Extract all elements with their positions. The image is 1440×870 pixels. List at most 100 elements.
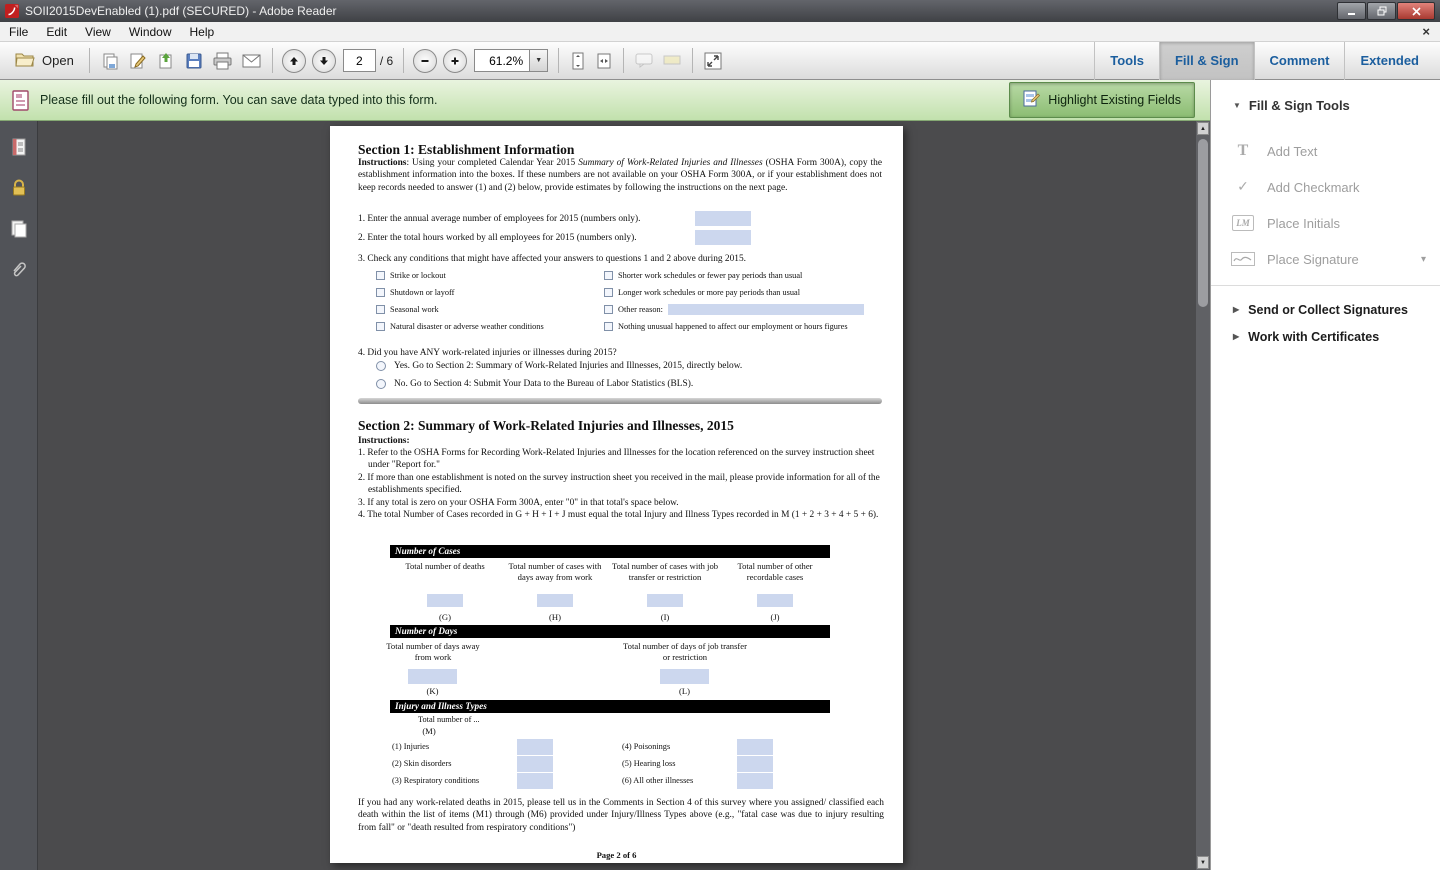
seasonal-checkbox[interactable] (376, 305, 385, 314)
employees-count-field[interactable] (695, 211, 751, 226)
condition-row: Longer work schedules or more pay period… (604, 284, 884, 301)
tab-extended[interactable]: Extended (1344, 42, 1434, 80)
sticky-note-button[interactable] (630, 47, 658, 75)
yes-radio[interactable] (376, 361, 386, 371)
menu-file[interactable]: File (0, 22, 37, 41)
place-initials-tool[interactable]: LM Place Initials (1211, 205, 1440, 241)
other-illnesses-field-m6[interactable] (737, 773, 773, 789)
hearing-loss-field-m5[interactable] (737, 756, 773, 772)
menu-edit[interactable]: Edit (37, 22, 76, 41)
pages-icon[interactable] (9, 219, 29, 239)
save-as-button[interactable] (96, 47, 124, 75)
scrollbar-thumb[interactable] (1198, 139, 1208, 307)
other-cases-field-j[interactable] (757, 594, 793, 607)
natural-disaster-checkbox[interactable] (376, 322, 385, 331)
number-of-cases-header: Number of Cases (390, 545, 830, 558)
fullscreen-button[interactable] (699, 47, 727, 75)
open-button[interactable]: Open (6, 47, 83, 75)
next-page-button[interactable] (312, 49, 336, 73)
add-text-tool[interactable]: T Add Text (1211, 133, 1440, 169)
minimize-button[interactable] (1337, 2, 1366, 20)
menu-view[interactable]: View (76, 22, 120, 41)
hide-menubar-icon[interactable]: × (1422, 25, 1430, 38)
zoom-level-value[interactable]: 61.2% (475, 50, 529, 71)
respiratory-field-m3[interactable] (517, 773, 553, 789)
condition-label: Other reason: (618, 305, 663, 314)
close-button[interactable] (1397, 2, 1435, 20)
page-number-input[interactable] (343, 49, 376, 72)
toolbar-separator (403, 48, 404, 73)
days-away-field-k[interactable] (408, 669, 457, 684)
tool-label: Place Initials (1267, 216, 1340, 231)
sign-document-button[interactable] (124, 47, 152, 75)
vertical-scrollbar[interactable]: ▲ ▼ (1196, 121, 1210, 870)
share-upload-button[interactable] (152, 47, 180, 75)
deaths-field-g[interactable] (427, 594, 463, 607)
scroll-up-icon[interactable]: ▲ (1197, 122, 1209, 135)
longer-schedules-checkbox[interactable] (604, 288, 613, 297)
skin-disorders-field-m2[interactable] (517, 756, 553, 772)
section1-instructions: Instructions: Using your completed Calen… (358, 157, 882, 194)
attachments-paperclip-icon[interactable] (9, 260, 29, 280)
menu-help[interactable]: Help (181, 22, 224, 41)
q4-options: Yes. Go to Section 2: Summary of Work-Re… (376, 357, 742, 393)
email-button[interactable] (237, 47, 266, 75)
transfer-cases-field-i[interactable] (647, 594, 683, 607)
zoom-in-button[interactable] (443, 49, 467, 73)
condition-row: Seasonal work (376, 301, 596, 318)
instructions-italic-text: Summary of Work-Related Injuries and Ill… (578, 158, 762, 168)
open-label: Open (42, 53, 74, 68)
previous-page-button[interactable] (282, 49, 306, 73)
type-label: (2) Skin disorders (392, 759, 451, 768)
no-radio[interactable] (376, 379, 386, 389)
injuries-field-m1[interactable] (517, 739, 553, 755)
days-transfer-field-l[interactable] (660, 669, 709, 684)
expand-triangle-icon: ▶ (1233, 306, 1239, 314)
collapse-triangle-icon: ▼ (1233, 102, 1241, 110)
instruction-item: 1. Refer to the OSHA Forms for Recording… (358, 447, 884, 472)
highlight-text-button[interactable] (658, 47, 686, 75)
days-section: Total number of days away from work Tota… (390, 638, 830, 700)
poisonings-field-m4[interactable] (737, 739, 773, 755)
fill-sign-tools-header[interactable]: ▼ Fill & Sign Tools (1211, 80, 1440, 125)
page-thumbnails-icon[interactable] (9, 137, 29, 157)
save-button[interactable] (180, 47, 208, 75)
instruction-item: 4. The total Number of Cases recorded in… (358, 509, 884, 521)
days-away-cases-field-h[interactable] (537, 594, 573, 607)
security-lock-icon[interactable] (9, 178, 29, 198)
other-reason-field[interactable] (668, 304, 864, 315)
work-with-certificates-section[interactable]: ▶ Work with Certificates (1211, 323, 1440, 350)
panel-divider (1211, 285, 1440, 286)
other-reason-checkbox[interactable] (604, 305, 613, 314)
total-hours-field[interactable] (695, 230, 751, 245)
fit-page-button[interactable] (591, 47, 617, 75)
scroll-down-icon[interactable]: ▼ (1197, 856, 1209, 869)
question-1-label: 1. Enter the annual average number of em… (358, 213, 640, 225)
document-viewport[interactable]: Section 1: Establishment Information Ins… (38, 121, 1210, 870)
add-checkmark-tool[interactable]: ✓ Add Checkmark (1211, 169, 1440, 205)
print-button[interactable] (208, 47, 237, 75)
highlight-existing-fields-button[interactable]: Highlight Existing Fields (1009, 82, 1195, 118)
strike-checkbox[interactable] (376, 271, 385, 280)
section2-instructions: 1. Refer to the OSHA Forms for Recording… (358, 447, 884, 521)
yes-option-row: Yes. Go to Section 2: Summary of Work-Re… (376, 357, 742, 375)
deaths-note: If you had any work-related deaths in 20… (358, 797, 884, 834)
tab-tools[interactable]: Tools (1094, 42, 1159, 80)
toolbar-separator (272, 48, 273, 73)
shorter-schedules-checkbox[interactable] (604, 271, 613, 280)
zoom-dropdown-icon[interactable]: ▼ (529, 50, 547, 71)
zoom-out-button[interactable] (413, 49, 437, 73)
restore-button[interactable] (1367, 2, 1396, 20)
nothing-unusual-checkbox[interactable] (604, 322, 613, 331)
tab-fill-sign[interactable]: Fill & Sign (1159, 42, 1254, 80)
instruction-item: 2. If more than one establishment is not… (358, 472, 884, 497)
place-signature-tool[interactable]: Place Signature ▾ (1211, 241, 1440, 277)
send-or-collect-signatures-section[interactable]: ▶ Send or Collect Signatures (1211, 296, 1440, 323)
signature-dropdown-icon[interactable]: ▾ (1421, 254, 1426, 265)
menu-window[interactable]: Window (120, 22, 181, 41)
shutdown-checkbox[interactable] (376, 288, 385, 297)
scrolling-mode-button[interactable] (565, 47, 591, 75)
column-header: Total number of cases with days away fro… (500, 561, 610, 594)
tab-comment[interactable]: Comment (1254, 42, 1345, 80)
folder-open-icon (15, 52, 35, 70)
